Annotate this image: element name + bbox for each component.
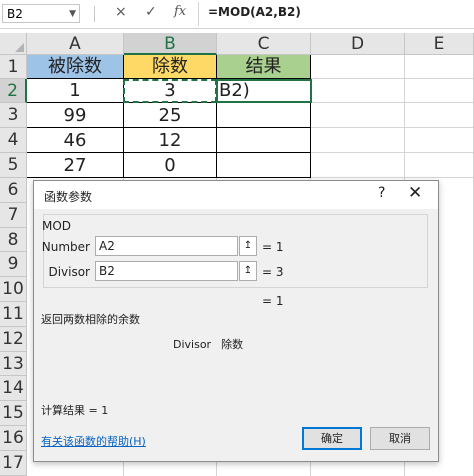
divisor-input[interactable]: B2 [95, 261, 238, 281]
enter-icon[interactable]: ✓ [145, 4, 157, 20]
column-header-c[interactable]: C [217, 33, 311, 55]
column-header-e[interactable]: E [405, 33, 474, 55]
cell-e3[interactable] [405, 103, 474, 128]
row-header[interactable]: 10 [0, 277, 27, 302]
row-header[interactable]: 15 [0, 401, 27, 426]
name-box-value: B2 [7, 7, 23, 21]
insert-function-icon[interactable]: fx [174, 4, 186, 19]
cell-c5[interactable] [217, 153, 311, 178]
formula-result-preview: = 1 [262, 294, 284, 308]
row-header[interactable]: 6 [0, 178, 27, 203]
ok-button[interactable]: 确定 [302, 427, 362, 450]
cell-d4[interactable] [311, 128, 405, 153]
row-header[interactable]: 12 [0, 327, 27, 352]
cell-d5[interactable] [311, 153, 405, 178]
argument-description: Divisor 除数 [173, 336, 253, 352]
name-box[interactable]: B2 ▼ [2, 4, 80, 23]
cell-d3[interactable] [311, 103, 405, 128]
column-header-d[interactable]: D [311, 33, 405, 55]
row-header[interactable]: 11 [0, 302, 27, 327]
cell-a1[interactable]: 被除数 [27, 55, 124, 79]
cell-a3[interactable]: 99 [27, 103, 124, 128]
cell-d2[interactable] [311, 79, 405, 103]
cell-a4[interactable]: 46 [27, 128, 124, 153]
row-header[interactable]: 5 [0, 153, 27, 178]
row-header[interactable]: 7 [0, 203, 27, 228]
number-label: Number [41, 240, 90, 254]
cell-e2[interactable] [405, 79, 474, 103]
number-input[interactable]: A2 [95, 236, 238, 256]
formula-bar: B2 ▼ × ✓ fx =MOD(A2,B2) [0, 0, 474, 29]
divisor-label: Divisor [48, 265, 90, 279]
cancel-icon[interactable]: × [115, 4, 127, 20]
divisor-result: = 3 [262, 265, 284, 279]
argument-description-text: 除数 [221, 338, 244, 351]
function-description: 返回两数相除的余数 [41, 313, 140, 326]
column-header-b[interactable]: B [124, 33, 217, 55]
formula-input[interactable]: =MOD(A2,B2) [208, 5, 301, 19]
dialog-title: 函数参数 [44, 190, 93, 204]
cell-c1[interactable]: 结果 [217, 55, 311, 79]
cell-b3[interactable]: 25 [124, 103, 217, 128]
function-arguments-dialog: 函数参数 ? ✕ MOD Number A2 ↥ = 1 Divisor B2 … [33, 180, 439, 462]
column-header-a[interactable]: A [27, 33, 124, 55]
row-header[interactable]: 1 [0, 55, 27, 79]
chevron-down-icon[interactable]: ▼ [69, 5, 76, 24]
cell-b4[interactable]: 12 [124, 128, 217, 153]
row-header[interactable]: 13 [0, 352, 27, 376]
row-header[interactable]: 17 [0, 451, 27, 476]
row-header[interactable]: 16 [0, 426, 27, 451]
cell-a2[interactable]: 1 [27, 79, 124, 103]
cell-c4[interactable] [217, 128, 311, 153]
cell-a5[interactable]: 27 [27, 153, 124, 178]
close-icon[interactable]: ✕ [408, 183, 422, 203]
row-header[interactable]: 4 [0, 128, 27, 153]
divider [198, 2, 199, 26]
copy-marquee-b2 [123, 79, 217, 103]
help-icon[interactable]: ? [378, 185, 385, 201]
cell-b1[interactable]: 除数 [124, 55, 217, 79]
dialog-titlebar[interactable]: 函数参数 ? ✕ [34, 181, 438, 209]
help-link[interactable]: 有关该函数的帮助(H) [41, 433, 146, 449]
calculation-result: 计算结果 = 1 [41, 404, 109, 417]
cell-d1[interactable] [311, 55, 405, 79]
row-header[interactable]: 9 [0, 252, 27, 277]
cell-c3[interactable] [217, 103, 311, 128]
collapse-dialog-icon[interactable]: ↥ [239, 261, 257, 281]
select-all-button[interactable] [0, 33, 27, 55]
cell-e5[interactable] [405, 153, 474, 178]
row-header[interactable]: 3 [0, 103, 27, 128]
cancel-button[interactable]: 取消 [370, 427, 430, 450]
cell-e4[interactable] [405, 128, 474, 153]
active-cell-outline [216, 79, 312, 103]
cell-b5[interactable]: 0 [124, 153, 217, 178]
cell-e1[interactable] [405, 55, 474, 79]
number-result: = 1 [262, 240, 284, 254]
row-header[interactable]: 8 [0, 228, 27, 252]
row-header[interactable]: 2 [0, 79, 27, 103]
function-name: MOD [42, 219, 72, 233]
collapse-dialog-icon[interactable]: ↥ [239, 236, 257, 256]
divider [94, 6, 95, 22]
argument-description-name: Divisor [173, 338, 212, 351]
row-header[interactable]: 14 [0, 376, 27, 401]
